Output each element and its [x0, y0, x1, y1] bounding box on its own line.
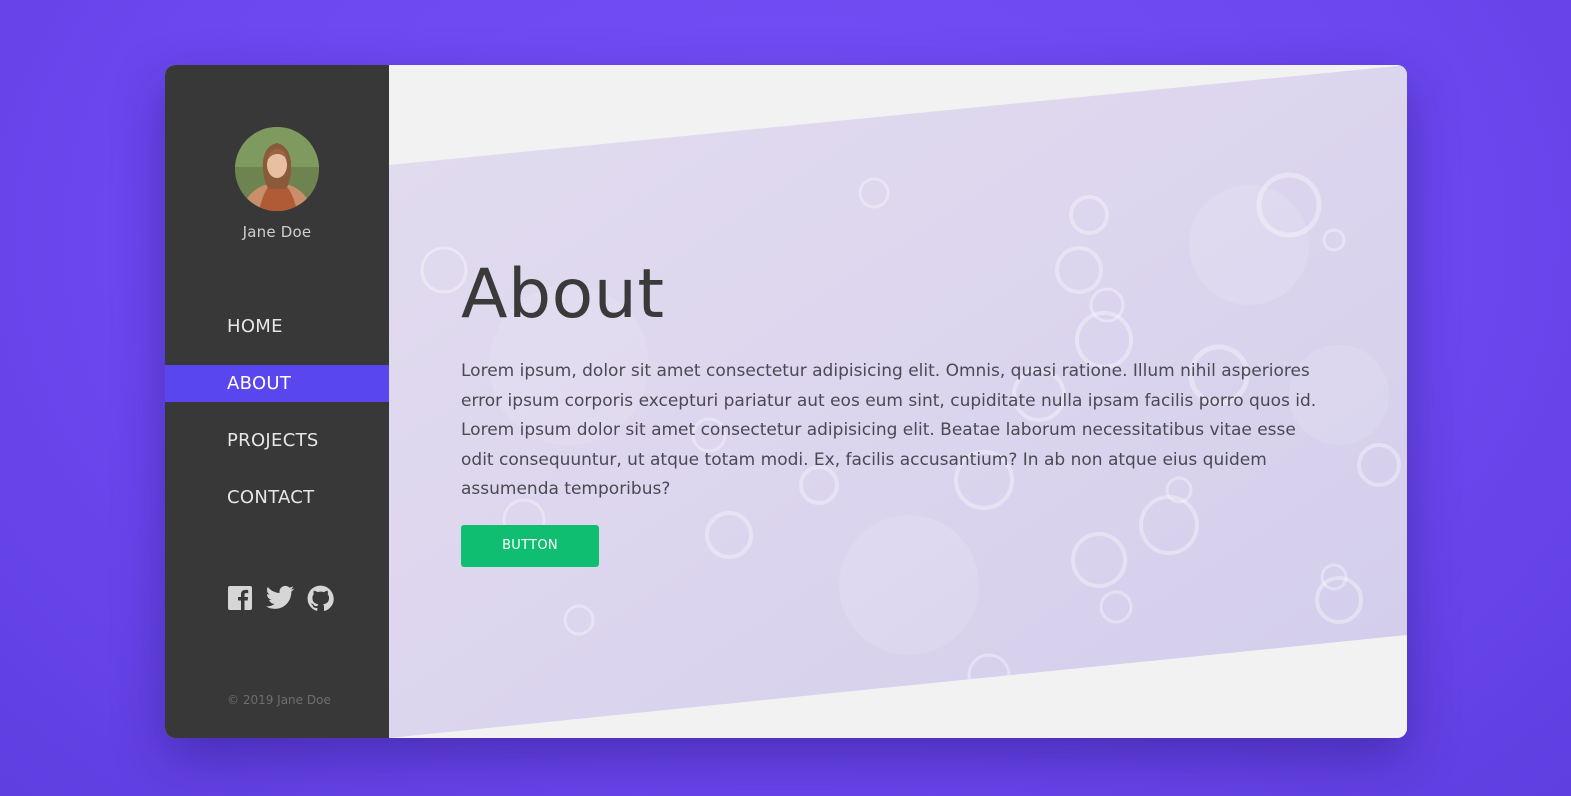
- main-nav: HOME ABOUT PROJECTS CONTACT: [165, 308, 389, 536]
- cta-button[interactable]: BUTTON: [461, 524, 599, 567]
- main-content: About Lorem ipsum, dolor sit amet consec…: [389, 65, 1407, 738]
- nav-item-label: PROJECTS: [227, 430, 319, 451]
- about-paragraph: Lorem ipsum, dolor sit amet consectetur …: [461, 361, 1317, 499]
- nav-item-label: HOME: [227, 316, 283, 337]
- avatar: [235, 127, 319, 211]
- nav-item-contact[interactable]: CONTACT: [165, 479, 389, 516]
- facebook-icon[interactable]: [227, 585, 253, 611]
- github-icon[interactable]: [307, 585, 334, 611]
- nav-item-label: ABOUT: [227, 373, 292, 394]
- nav-item-label: CONTACT: [227, 487, 315, 508]
- page-title: About: [461, 255, 665, 334]
- nav-item-projects[interactable]: PROJECTS: [165, 422, 389, 459]
- portfolio-card: Jane Doe HOME ABOUT PROJECTS CONTACT © 2…: [165, 65, 1407, 738]
- social-links: [227, 585, 334, 611]
- nav-item-home[interactable]: HOME: [165, 308, 389, 345]
- sidebar: Jane Doe HOME ABOUT PROJECTS CONTACT © 2…: [165, 65, 389, 738]
- copyright-text: © 2019 Jane Doe: [227, 693, 331, 707]
- profile-name: Jane Doe: [242, 223, 312, 241]
- page-background: Jane Doe HOME ABOUT PROJECTS CONTACT © 2…: [0, 0, 1571, 796]
- nav-item-about[interactable]: ABOUT: [165, 365, 389, 402]
- twitter-icon[interactable]: [265, 585, 295, 611]
- about-section: About Lorem ipsum, dolor sit amet consec…: [461, 255, 1341, 567]
